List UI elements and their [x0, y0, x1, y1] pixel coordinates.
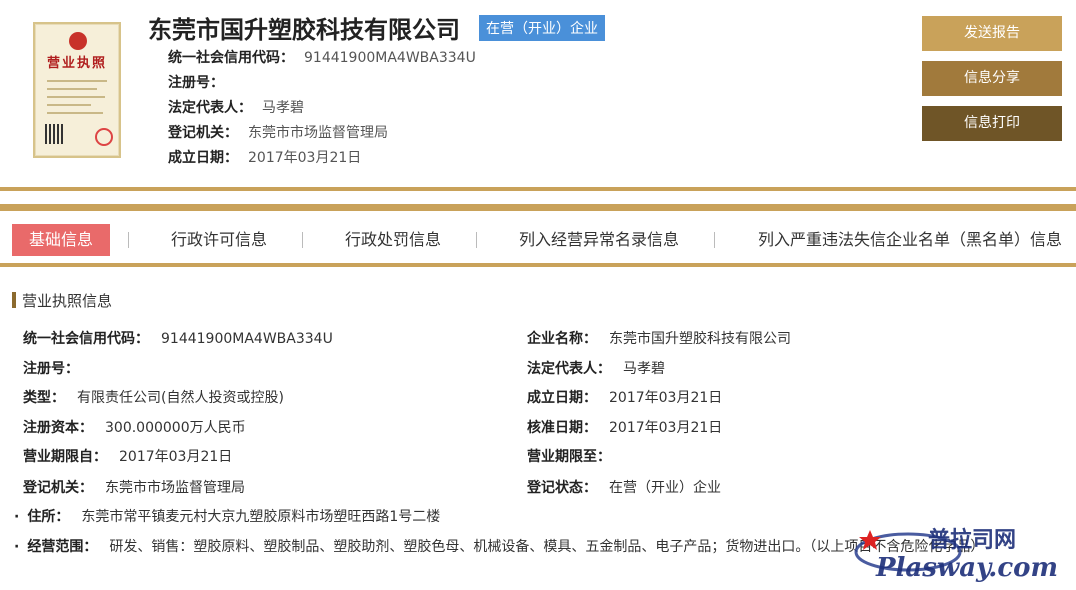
field-reg-number: 注册号：	[23, 361, 79, 377]
national-emblem-icon	[69, 32, 87, 50]
share-info-button[interactable]: 信息分享	[922, 61, 1062, 96]
header-established-date: 成立日期： 2017年03月21日	[168, 150, 362, 166]
business-license-image[interactable]: 营业执照	[33, 22, 121, 158]
field-established-date: 成立日期： 2017年03月21日	[527, 390, 723, 406]
tab-admin-license[interactable]: 行政许可信息	[158, 224, 280, 256]
tab-basic-info[interactable]: 基础信息	[12, 224, 110, 256]
field-company-name: 企业名称： 东莞市国升塑胶科技有限公司	[527, 331, 791, 347]
field-term-to: 营业期限至：	[527, 449, 611, 465]
divider	[0, 204, 1076, 211]
field-type: 类型： 有限责任公司(自然人投资或控股)	[23, 390, 284, 406]
divider	[0, 187, 1076, 191]
send-report-button[interactable]: 发送报告	[922, 16, 1062, 51]
tab-abnormal-operation[interactable]: 列入经营异常名录信息	[506, 224, 692, 256]
star-icon	[859, 530, 881, 550]
field-credit-code: 统一社会信用代码： 91441900MA4WBA334U	[23, 331, 333, 347]
field-term-from: 营业期限自： 2017年03月21日	[23, 449, 233, 465]
print-info-button[interactable]: 信息打印	[922, 106, 1062, 141]
seal-icon	[95, 128, 113, 146]
license-title: 营业执照	[46, 56, 107, 71]
field-reg-authority: 登记机关： 东莞市市场监督管理局	[23, 480, 245, 496]
header-legal-rep: 法定代表人： 马孝碧	[168, 100, 304, 116]
plasway-watermark-logo: 普拉司网 Plasway.com	[854, 527, 1058, 582]
field-approval-date: 核准日期： 2017年03月21日	[527, 420, 723, 436]
status-badge: 在营（开业）企业	[479, 15, 605, 41]
watermark-en: Plasway.com	[875, 553, 1058, 582]
section-marker	[12, 292, 16, 308]
field-reg-status: 登记状态： 在营（开业）企业	[527, 480, 721, 496]
company-name: 东莞市国升塑胶科技有限公司	[148, 16, 460, 44]
field-legal-rep: 法定代表人： 马孝碧	[527, 361, 665, 377]
header-reg-number: 注册号：	[168, 75, 224, 91]
field-address: · 住所： 东莞市常平镇麦元村大京九塑胶原料市场塑旺西路1号二楼	[14, 509, 441, 525]
tab-blacklist[interactable]: 列入严重违法失信企业名单（黑名单）信息	[750, 224, 1070, 256]
header-credit-code: 统一社会信用代码： 91441900MA4WBA334U	[168, 50, 476, 66]
tab-admin-penalty[interactable]: 行政处罚信息	[332, 224, 454, 256]
header-reg-authority: 登记机关： 东莞市市场监督管理局	[168, 125, 388, 141]
watermark-cn: 普拉司网	[928, 527, 1016, 553]
qr-code-icon	[45, 124, 65, 144]
field-reg-capital: 注册资本： 300.000000万人民币	[23, 420, 246, 436]
divider	[0, 263, 1076, 267]
section-title: 营业执照信息	[22, 292, 113, 310]
